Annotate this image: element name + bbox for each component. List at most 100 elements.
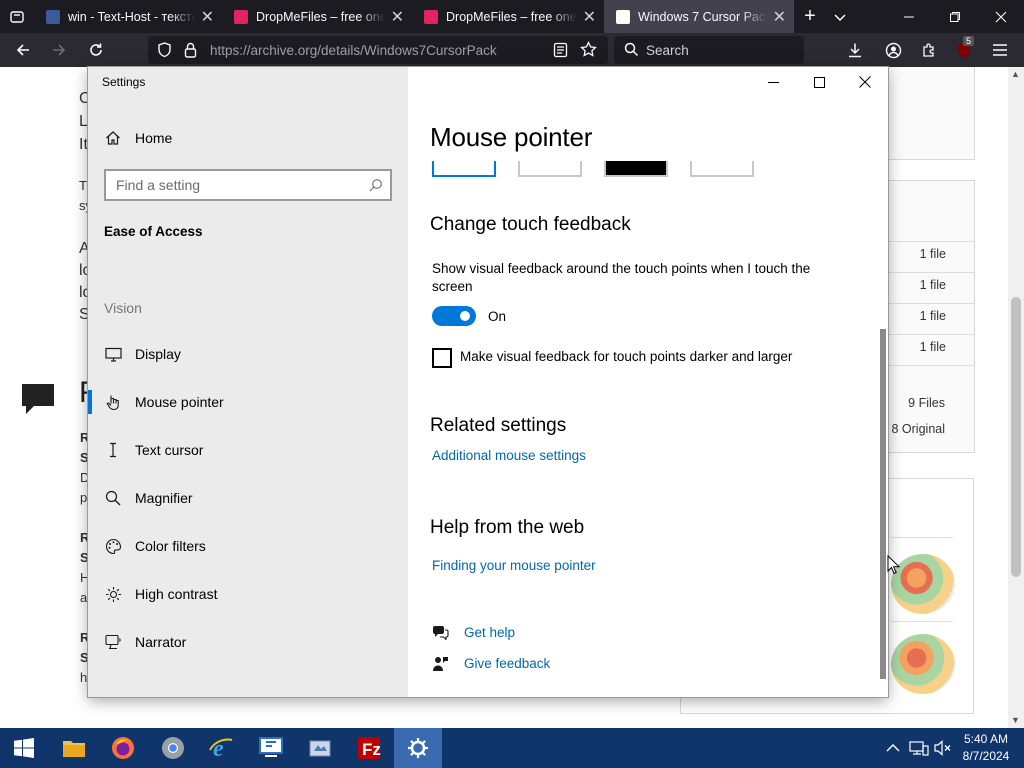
browser-tab[interactable]: DropMeFiles – free one-cl ✕ bbox=[222, 0, 412, 33]
page-text-fragment: L bbox=[79, 113, 88, 130]
file-count[interactable]: 1 file bbox=[920, 247, 946, 261]
extension-badge: 5 bbox=[963, 36, 975, 46]
nav-text-cursor[interactable]: Text cursor bbox=[88, 428, 408, 472]
settings-app-gear-icon[interactable] bbox=[394, 728, 442, 768]
magnifier-icon bbox=[104, 489, 122, 507]
firefox-icon[interactable] bbox=[99, 728, 147, 768]
related-item-thumbnail[interactable] bbox=[891, 554, 955, 614]
tab-overview-icon[interactable] bbox=[0, 0, 34, 33]
favicon-icon bbox=[424, 9, 438, 24]
tab-label: Windows 7 Cursor Pack : F bbox=[638, 9, 767, 24]
give-feedback-link[interactable]: Give feedback bbox=[464, 656, 550, 671]
nav-color-filters[interactable]: Color filters bbox=[88, 524, 408, 568]
volume-muted-icon[interactable] bbox=[934, 728, 952, 768]
nav-display[interactable]: Display bbox=[88, 332, 408, 376]
network-icon[interactable] bbox=[909, 728, 929, 768]
ublock-shield-icon[interactable]: 5 bbox=[947, 33, 981, 67]
browser-tab-bar: win - Text-Host - текстов ✕ DropMeFiles … bbox=[0, 0, 1024, 33]
give-feedback-icon[interactable] bbox=[432, 656, 449, 677]
new-tab-icon[interactable]: + bbox=[798, 0, 822, 33]
favicon-icon bbox=[234, 9, 248, 24]
nav-mouse-pointer[interactable]: Mouse pointer bbox=[88, 380, 408, 424]
nav-magnifier-label: Magnifier bbox=[135, 490, 193, 506]
narrator-icon bbox=[104, 633, 122, 651]
browser-nav-bar: https://archive.org/details/Windows7Curs… bbox=[0, 33, 1024, 67]
home-icon bbox=[104, 129, 122, 147]
reload-icon[interactable] bbox=[79, 33, 113, 67]
nav-magnifier[interactable]: Magnifier bbox=[88, 476, 408, 520]
browser-tab-active[interactable]: Windows 7 Cursor Pack : F ✕ bbox=[604, 0, 794, 33]
touch-feedback-toggle[interactable] bbox=[432, 306, 476, 326]
files-original[interactable]: 8 Original bbox=[892, 422, 946, 436]
file-count[interactable]: 1 file bbox=[920, 340, 946, 354]
mouse-pointer-icon bbox=[104, 393, 122, 411]
tracking-shield-icon[interactable] bbox=[157, 42, 172, 63]
get-help-icon[interactable] bbox=[432, 625, 449, 645]
restore-window-icon[interactable] bbox=[932, 0, 978, 33]
pointer-color-option[interactable] bbox=[690, 161, 754, 177]
files-total[interactable]: 9 Files bbox=[908, 396, 945, 410]
search-icon bbox=[624, 42, 639, 62]
back-arrow-icon[interactable] bbox=[6, 33, 40, 67]
pointer-color-option[interactable] bbox=[518, 161, 582, 177]
scroll-up-icon[interactable]: ▲ bbox=[1011, 69, 1020, 79]
bookmark-star-icon[interactable] bbox=[580, 40, 597, 63]
account-icon[interactable] bbox=[876, 33, 910, 67]
app-menu-icon[interactable] bbox=[983, 33, 1017, 67]
file-count[interactable]: 1 file bbox=[920, 309, 946, 323]
nav-mouse-pointer-label: Mouse pointer bbox=[135, 394, 224, 410]
related-item-thumbnail[interactable] bbox=[891, 634, 955, 694]
extensions-icon[interactable] bbox=[912, 33, 946, 67]
minimize-window-icon[interactable] bbox=[886, 0, 932, 33]
close-tab-icon[interactable]: ✕ bbox=[391, 7, 404, 27]
get-help-link[interactable]: Get help bbox=[464, 625, 515, 640]
additional-mouse-settings-link[interactable]: Additional mouse settings bbox=[432, 448, 586, 463]
downloads-icon[interactable] bbox=[838, 33, 872, 67]
darker-feedback-checkbox[interactable] bbox=[432, 348, 452, 368]
tab-label: DropMeFiles – free one-cl bbox=[446, 9, 577, 24]
nav-home[interactable]: Home bbox=[88, 116, 408, 160]
pointer-color-option[interactable] bbox=[432, 161, 496, 177]
nav-high-contrast[interactable]: High contrast bbox=[88, 572, 408, 616]
file-count[interactable]: 1 file bbox=[920, 278, 946, 292]
taskbar-clock[interactable]: 5:40 AM 8/7/2024 bbox=[958, 731, 1014, 765]
search-bar[interactable]: Search bbox=[614, 36, 804, 64]
internet-explorer-icon[interactable]: e bbox=[197, 728, 245, 768]
url-text[interactable]: https://archive.org/details/Windows7Curs… bbox=[210, 43, 497, 58]
nav-high-contrast-label: High contrast bbox=[135, 586, 218, 602]
pointer-color-option[interactable] bbox=[604, 161, 668, 177]
tray-chevron-up-icon[interactable] bbox=[886, 728, 900, 768]
settings-maximize-icon[interactable] bbox=[796, 67, 842, 97]
chrome-icon[interactable] bbox=[149, 728, 197, 768]
settings-scrollbar[interactable] bbox=[878, 159, 888, 689]
nav-narrator[interactable]: Narrator bbox=[88, 620, 408, 664]
close-tab-icon[interactable]: ✕ bbox=[773, 7, 786, 27]
filezilla-icon[interactable]: Fz bbox=[345, 728, 393, 768]
clock-date: 8/7/2024 bbox=[962, 749, 1010, 763]
remote-app-icon[interactable] bbox=[247, 728, 295, 768]
installer-app-icon[interactable] bbox=[296, 728, 344, 768]
page-scrollbar-thumb[interactable] bbox=[1011, 297, 1021, 577]
darker-feedback-label[interactable]: Make visual feedback for touch points da… bbox=[460, 348, 792, 366]
settings-minimize-icon[interactable] bbox=[750, 67, 796, 97]
find-setting-input[interactable]: Find a setting bbox=[104, 169, 392, 201]
scroll-down-icon[interactable]: ▼ bbox=[1011, 715, 1020, 725]
address-bar[interactable]: https://archive.org/details/Windows7Curs… bbox=[148, 36, 608, 64]
reader-view-icon[interactable] bbox=[553, 42, 568, 63]
file-explorer-icon[interactable] bbox=[50, 728, 98, 768]
start-windows-icon[interactable] bbox=[0, 728, 48, 768]
lock-icon[interactable] bbox=[184, 42, 197, 63]
close-tab-icon[interactable]: ✕ bbox=[201, 7, 214, 27]
close-tab-icon[interactable]: ✕ bbox=[583, 7, 596, 27]
settings-scrollbar-thumb[interactable] bbox=[880, 329, 886, 679]
finding-mouse-pointer-link[interactable]: Finding your mouse pointer bbox=[432, 558, 596, 573]
browser-tab[interactable]: win - Text-Host - текстов ✕ bbox=[34, 0, 222, 33]
close-window-icon[interactable] bbox=[978, 0, 1024, 33]
settings-close-icon[interactable] bbox=[842, 67, 888, 97]
browser-tab[interactable]: DropMeFiles – free one-cl ✕ bbox=[412, 0, 604, 33]
list-tabs-chevron-icon[interactable] bbox=[828, 0, 852, 33]
section-title: Ease of Access bbox=[104, 224, 203, 239]
page-scrollbar[interactable]: ▲ ▼ bbox=[1008, 67, 1024, 728]
settings-window: Settings Home Find a setting Ease of Acc… bbox=[88, 67, 888, 697]
forward-arrow-icon[interactable] bbox=[42, 33, 76, 67]
